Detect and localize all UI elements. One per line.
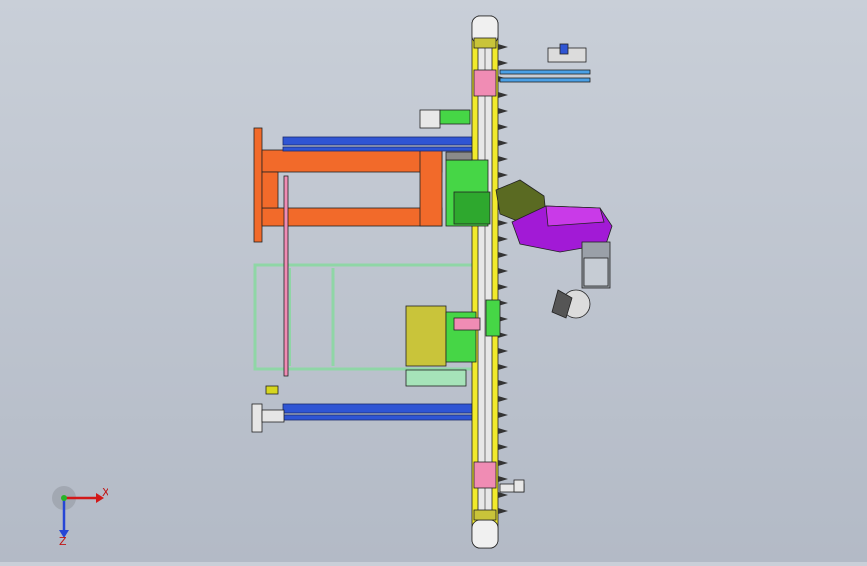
- rack-tooth: [498, 92, 508, 98]
- rack-tooth: [498, 476, 508, 482]
- rack-tooth: [498, 428, 508, 434]
- assembly-drawing[interactable]: [0, 0, 867, 562]
- rack-tooth: [498, 396, 508, 402]
- rack-tooth: [498, 252, 508, 258]
- rack-tooth: [498, 348, 508, 354]
- linear-rail: [471, 15, 499, 549]
- axis-triad: X Z: [48, 482, 110, 548]
- leveling-feet: [251, 385, 285, 433]
- rack-tooth: [498, 508, 508, 514]
- limit-switch: [499, 479, 525, 493]
- rack-tooth: [498, 124, 508, 130]
- y-axis-dot-icon: [61, 495, 67, 501]
- rack-tooth: [498, 284, 508, 290]
- rack-tooth: [498, 60, 508, 66]
- z-axis-label: Z: [59, 535, 67, 546]
- x-axis-label: X: [102, 486, 108, 499]
- rack-tooth: [498, 380, 508, 386]
- rack-tooth: [498, 44, 508, 50]
- rack-tooth: [498, 364, 508, 370]
- rack-tooth: [498, 492, 508, 498]
- robot-arm: [495, 179, 613, 319]
- rack-tooth: [498, 460, 508, 466]
- sensor-bracket-top: [419, 43, 591, 129]
- rack-tooth: [498, 172, 508, 178]
- rack-tooth: [498, 220, 508, 226]
- rack-tooth: [498, 108, 508, 114]
- rack-teeth: [498, 44, 508, 514]
- carriage-motor: [445, 151, 491, 227]
- rack-tooth: [498, 156, 508, 162]
- rack-tooth: [498, 444, 508, 450]
- rack-tooth: [498, 412, 508, 418]
- rack-tooth: [498, 140, 508, 146]
- cad-viewport[interactable]: X Z: [0, 0, 867, 562]
- rack-tooth: [498, 268, 508, 274]
- rack-tooth: [498, 236, 508, 242]
